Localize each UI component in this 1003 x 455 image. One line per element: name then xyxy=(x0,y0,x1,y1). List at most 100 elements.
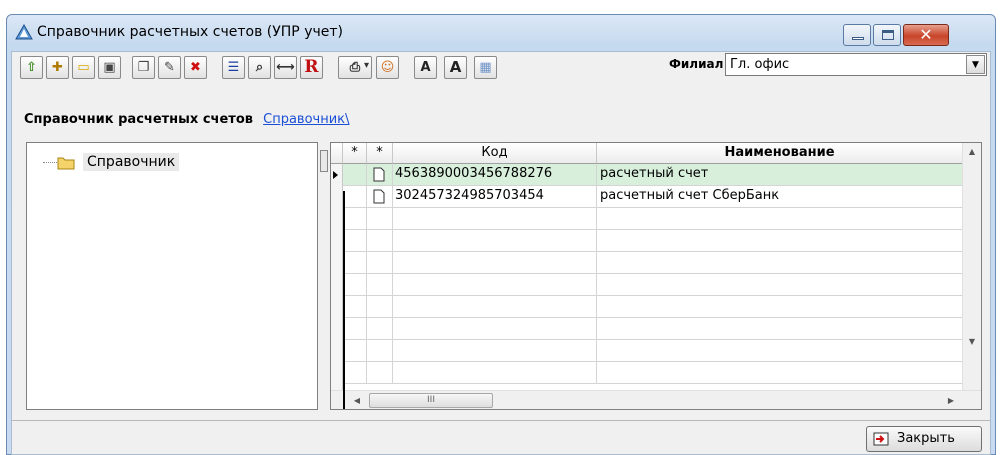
empty-cell xyxy=(597,274,963,295)
empty-cell xyxy=(343,274,367,295)
breadcrumb: Справочник расчетных счетов Справочник\ xyxy=(24,112,349,127)
dropdown-icon[interactable]: ▾ xyxy=(364,60,369,71)
title-bar[interactable]: Справочник расчетных счетов (УПР учет) ✕ xyxy=(7,15,995,49)
list-icon: ☰ xyxy=(227,60,240,75)
empty-cell xyxy=(343,340,367,361)
font-decrease-button[interactable]: A xyxy=(444,56,467,79)
calendar-button[interactable]: ▦ xyxy=(474,56,497,79)
new-record-button[interactable]: ❐ xyxy=(132,56,155,79)
breadcrumb-link[interactable]: Справочник\ xyxy=(263,112,349,127)
horizontal-scrollbar[interactable]: ◀ III ▶ xyxy=(331,191,981,409)
folder-icon: ▭ xyxy=(77,60,90,75)
report-r-icon: R xyxy=(304,57,319,77)
binoculars-icon: ⌕ xyxy=(255,60,264,75)
report-button[interactable]: R xyxy=(300,56,323,79)
scroll-up-icon[interactable]: ▲ xyxy=(963,143,981,160)
empty-cell xyxy=(393,362,597,383)
empty-cell xyxy=(393,208,597,229)
delete-icon: ✖ xyxy=(190,60,201,75)
font-increase-button[interactable]: A xyxy=(414,56,437,79)
row-indicator-column xyxy=(331,164,343,391)
user-button[interactable]: ☺ xyxy=(376,56,399,79)
empty-cell xyxy=(393,296,597,317)
breadcrumb-title: Справочник расчетных счетов xyxy=(24,112,253,127)
tree-connector xyxy=(43,162,57,163)
up-level-button[interactable]: ⇧ xyxy=(20,56,43,79)
empty-row xyxy=(343,274,963,296)
filial-label: Филиал xyxy=(669,57,724,71)
empty-row xyxy=(343,340,963,362)
grid-header-code[interactable]: Код xyxy=(393,143,597,164)
footer-divider xyxy=(12,420,990,421)
calendar-icon: ▦ xyxy=(479,60,492,75)
empty-cell xyxy=(393,252,597,273)
splitter-handle[interactable] xyxy=(320,150,328,172)
row-cell-name: расчетный счет СберБанк xyxy=(597,186,963,207)
new-folder-button[interactable]: ✚ xyxy=(46,56,69,79)
font-decrease-icon: A xyxy=(449,58,462,76)
empty-row xyxy=(343,362,963,384)
scroll-left-icon[interactable]: ◀ xyxy=(349,392,365,409)
empty-cell xyxy=(343,252,367,273)
list-view-button[interactable]: ☰ xyxy=(222,56,245,79)
table-row[interactable]: 4563890003456788276 расчетный счет xyxy=(343,164,963,186)
close-icon: ✕ xyxy=(919,25,933,44)
edit-record-button[interactable]: ✎ xyxy=(158,56,181,79)
copy-folder-button[interactable]: ▣ xyxy=(98,56,121,79)
row-cell-code: 302457324985703454 xyxy=(393,186,597,207)
new-document-icon: ❐ xyxy=(137,60,150,75)
empty-row xyxy=(343,318,963,340)
empty-row xyxy=(343,208,963,230)
scroll-thumb[interactable]: III xyxy=(369,393,493,408)
row-cell-icon xyxy=(367,186,393,207)
empty-cell xyxy=(343,296,367,317)
empty-cell xyxy=(597,296,963,317)
empty-cell xyxy=(393,274,597,295)
empty-row xyxy=(343,230,963,252)
empty-cell xyxy=(597,252,963,273)
grid-header-star-1[interactable]: * xyxy=(343,143,367,164)
vertical-scrollbar[interactable]: ▲ ▼ xyxy=(962,143,981,391)
user-icon: ☺ xyxy=(380,60,395,75)
current-row-marker xyxy=(333,171,338,179)
table-row[interactable]: 302457324985703454 расчетный счет СберБан… xyxy=(343,186,963,208)
grid-header-star-2[interactable]: * xyxy=(367,143,393,164)
row-cell-star xyxy=(343,164,367,185)
scroll-right-icon[interactable]: ▶ xyxy=(943,392,959,409)
minimize-icon xyxy=(852,37,864,40)
window-close-button[interactable]: ✕ xyxy=(903,24,949,46)
frozen-column-divider xyxy=(343,191,345,409)
empty-cell xyxy=(367,296,393,317)
new-folder-icon: ✚ xyxy=(52,60,63,75)
grid-header-name[interactable]: Наименование xyxy=(597,143,963,164)
minimize-button[interactable] xyxy=(843,24,871,46)
maximize-button[interactable] xyxy=(873,24,901,46)
open-folder-button[interactable]: ▭ xyxy=(72,56,95,79)
empty-cell xyxy=(343,208,367,229)
filial-select[interactable]: Гл. офис ▼ xyxy=(725,53,987,76)
document-icon xyxy=(373,189,385,204)
row-cell-name: расчетный счет xyxy=(597,164,963,185)
empty-cell xyxy=(367,230,393,251)
empty-cell xyxy=(367,340,393,361)
chevron-down-icon[interactable]: ▼ xyxy=(966,55,985,74)
find-button[interactable]: ⌕ xyxy=(248,56,271,79)
row-cell-star xyxy=(343,186,367,207)
tree-item-label: Справочник xyxy=(83,153,180,171)
delete-button[interactable]: ✖ xyxy=(184,56,207,79)
accounts-grid: * * Код Наименование 4563890003456788276… xyxy=(330,142,982,410)
empty-row xyxy=(343,296,963,318)
empty-cell xyxy=(597,208,963,229)
window-title: Справочник расчетных счетов (УПР учет) xyxy=(37,24,343,40)
empty-cell xyxy=(393,318,597,339)
maximize-icon xyxy=(882,30,894,40)
exit-icon xyxy=(873,432,889,446)
close-button[interactable]: Закрыть xyxy=(866,426,982,452)
scroll-down-icon[interactable]: ▼ xyxy=(963,333,981,350)
client-area: ⇧ ✚ ▭ ▣ ❐ ✎ ✖ ☰ ⌕ ⟷ R ⎙ ▾ ☺ A A ▦ Филиал Гл. офис ▼ Спра… xyxy=(11,51,991,455)
fit-columns-button[interactable]: ⟷ xyxy=(274,56,297,79)
filial-value: Гл. офис xyxy=(730,57,790,72)
tree-panel: Справочник xyxy=(26,142,318,410)
splitter[interactable] xyxy=(318,142,330,410)
print-button[interactable]: ⎙ ▾ xyxy=(338,56,372,79)
